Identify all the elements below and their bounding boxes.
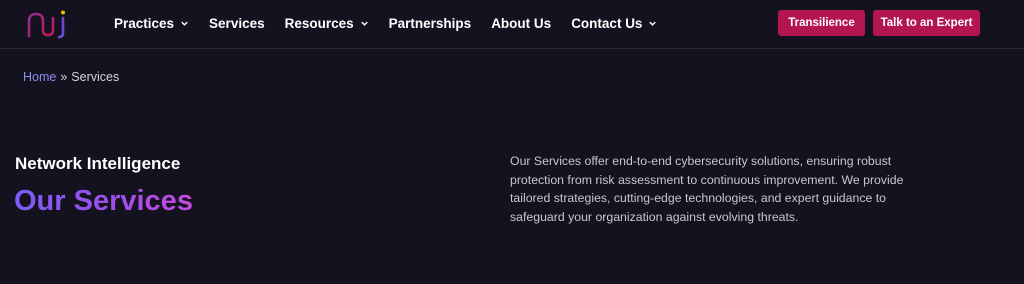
page-title: Our Services — [14, 185, 193, 217]
nav-about-us-label: About Us — [491, 15, 552, 31]
nav-contact-us[interactable]: Contact Us — [571, 16, 657, 31]
page: Practices Services Resources Partnership… — [0, 0, 1024, 284]
nav-resources[interactable]: Resources — [285, 16, 369, 31]
talk-to-expert-button[interactable]: Talk to an Expert — [873, 10, 980, 36]
nav-about-us[interactable]: About Us — [491, 16, 551, 31]
nav-services-label: Services — [209, 15, 265, 31]
main-nav: Practices Services Resources Partnership… — [114, 0, 677, 46]
nav-services[interactable]: Services — [209, 16, 265, 31]
chevron-down-icon — [181, 21, 188, 26]
nav-contact-us-label: Contact Us — [571, 15, 643, 31]
site-header: Practices Services Resources Partnership… — [0, 0, 1024, 49]
nav-partnerships-label: Partnerships — [388, 15, 472, 31]
nav-partnerships[interactable]: Partnerships — [389, 16, 472, 31]
nj-logo-icon[interactable] — [26, 9, 72, 39]
hero-eyebrow: Network Intelligence — [15, 154, 181, 173]
breadcrumb-current: Services — [71, 70, 120, 84]
chevron-down-icon — [360, 21, 368, 26]
nav-resources-label: Resources — [284, 15, 354, 31]
breadcrumb-separator: » — [60, 70, 68, 84]
chevron-down-icon — [649, 21, 657, 26]
nav-practices[interactable]: Practices — [114, 16, 189, 31]
breadcrumb-home-link[interactable]: Home — [23, 70, 56, 84]
transilience-button[interactable]: Transilience — [778, 10, 865, 36]
breadcrumb: Home » Services — [23, 70, 119, 84]
nav-practices-label: Practices — [114, 15, 175, 31]
hero-description: Our Services offer end-to-end cybersecur… — [510, 154, 904, 224]
